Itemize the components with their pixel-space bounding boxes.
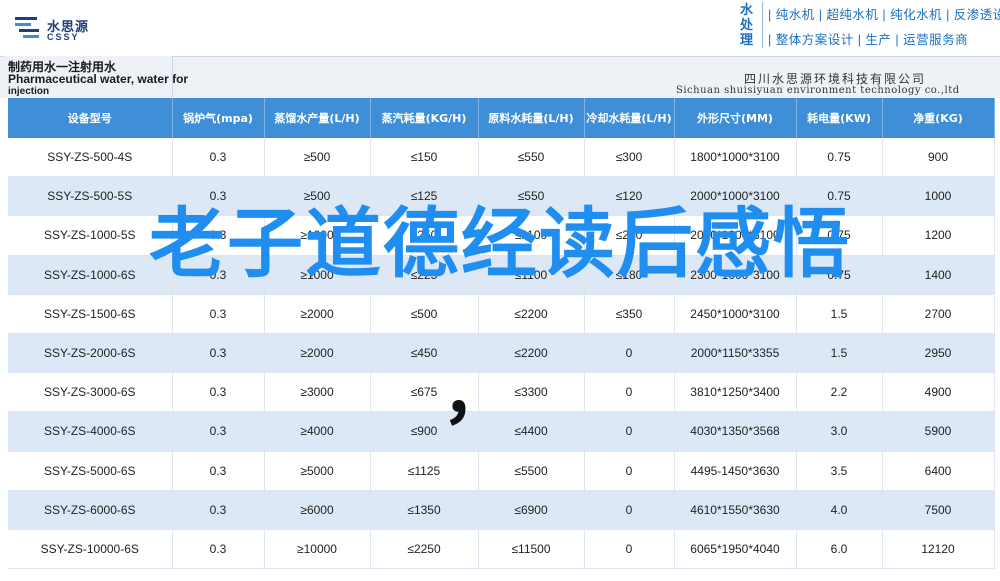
table-cell: 900 (882, 138, 995, 178)
table-cell: 0.3 (172, 529, 265, 570)
column-header: 锅炉气(mpa) (172, 98, 265, 138)
top-header: 水思源 CSSY 水处理 | 纯水机 | 超纯水机 | 纯化水机 | 反渗透设备… (0, 0, 1000, 56)
table-cell: ≥10000 (264, 529, 371, 570)
table-cell: ≤1350 (370, 490, 479, 530)
table-cell: 4900 (882, 372, 995, 413)
overlay-title: 老子道德经读后感悟 (149, 202, 851, 287)
table-cell: ≥6000 (264, 490, 371, 530)
table-cell: 0.75 (796, 138, 883, 178)
table-cell: ≤150 (370, 138, 479, 178)
table-cell: 3.5 (796, 451, 883, 491)
column-header: 耗电量(KW) (796, 98, 883, 138)
table-cell: 4.0 (796, 490, 883, 530)
band-divider (172, 56, 173, 97)
table-cell: 0 (584, 372, 675, 413)
column-header: 原料水耗量(L/H) (478, 98, 585, 138)
model-cell: SSY-ZS-2000-6S (8, 333, 173, 374)
table-cell: 3810*1250*3400 (674, 372, 797, 413)
table-cell: 0 (584, 451, 675, 491)
company-logo[interactable]: 水思源 CSSY (14, 14, 104, 46)
table-cell: 7500 (882, 490, 995, 530)
table-cell: 0.3 (172, 490, 265, 530)
product-title: 制药用水一注射用水 Pharmaceutical water, water fo… (4, 56, 188, 97)
slogan-line-1: | 纯水机 | 超纯水机 | 纯化水机 | 反渗透设备 (768, 8, 1000, 22)
table-cell: 4030*1350*3568 (674, 411, 797, 452)
column-header: 冷却水耗量(L/H) (584, 98, 675, 138)
table-cell: ≥5000 (264, 451, 371, 491)
table-cell: 2950 (882, 333, 995, 374)
product-title-en-cont: injection (8, 86, 50, 97)
table-cell: 2.2 (796, 372, 883, 413)
table-cell: ≤1125 (370, 451, 479, 491)
table-cell: 4495-1450*3630 (674, 451, 797, 491)
table-cell: 0.3 (172, 372, 265, 413)
column-header: 蒸汽耗量(KG/H) (370, 98, 479, 138)
slogan-line-2: | 整体方案设计 | 生产 | 运营服务商 (768, 33, 969, 47)
table-cell: ≤550 (478, 138, 585, 178)
table-cell: 3.0 (796, 411, 883, 452)
column-header: 净重(KG) (882, 98, 995, 138)
company-name-en: Sichuan shuisiyuan environment technolog… (676, 85, 960, 96)
table-cell: 0.3 (172, 451, 265, 491)
table-cell: 2000*1150*3355 (674, 333, 797, 374)
table-cell: ≤2250 (370, 529, 479, 570)
table-cell: 6400 (882, 451, 995, 491)
table-cell: ≥500 (264, 138, 371, 178)
table-row: SSY-ZS-10000-6S 0.3 ≥10000 ≤2250 ≤11500 0 6065… (8, 529, 995, 570)
table-cell: 0.3 (172, 411, 265, 452)
table-cell: ≤300 (584, 138, 675, 178)
table-cell: 6.0 (796, 529, 883, 570)
model-cell: SSY-ZS-6000-6S (8, 490, 173, 530)
table-cell: 1800*1000*3100 (674, 138, 797, 178)
table-cell: 0 (584, 333, 675, 374)
logo-mark-icon (15, 17, 39, 38)
overlay-comma: ， (442, 356, 511, 432)
table-cell: 0 (584, 490, 675, 530)
table-cell: 5900 (882, 411, 995, 452)
table-cell: 0 (584, 411, 675, 452)
table-row: SSY-ZS-5000-6S 0.3 ≥5000 ≤1125 ≤5500 0 4495-14… (8, 451, 995, 491)
table-cell: ≥2000 (264, 333, 371, 374)
model-cell: SSY-ZS-5000-6S (8, 451, 173, 491)
table-cell: 0.3 (172, 138, 265, 178)
table-row: SSY-ZS-500-4S 0.3 ≥500 ≤150 ≤550 ≤300 1800*100… (8, 138, 995, 178)
slogan-tag: 水处理 (740, 2, 754, 47)
table-cell: 6065*1950*4040 (674, 529, 797, 570)
table-cell: 0.3 (172, 333, 265, 374)
model-cell: SSY-ZS-3000-6S (8, 372, 173, 413)
table-header-row: 设备型号 锅炉气(mpa) 蒸馏水产量(L/H) 蒸汽耗量(KG/H) 原料水耗量(L/… (8, 98, 995, 138)
table-cell: 4610*1550*3630 (674, 490, 797, 530)
table-cell: 1.5 (796, 333, 883, 374)
model-cell: SSY-ZS-10000-6S (8, 529, 173, 570)
table-cell: ≤6900 (478, 490, 585, 530)
spec-table: 设备型号 锅炉气(mpa) 蒸馏水产量(L/H) 蒸汽耗量(KG/H) 原料水耗量(L/… (8, 98, 995, 570)
logo-english-name: CSSY (47, 32, 80, 42)
table-cell: 12120 (882, 529, 995, 570)
table-cell: 0 (584, 529, 675, 570)
table-cell: ≤11500 (478, 529, 585, 570)
table-cell: ≥4000 (264, 411, 371, 452)
table-cell: ≤5500 (478, 451, 585, 491)
table-cell: ≥3000 (264, 372, 371, 413)
model-cell: SSY-ZS-500-4S (8, 138, 173, 178)
column-header: 蒸馏水产量(L/H) (264, 98, 371, 138)
column-header: 设备型号 (8, 98, 173, 138)
table-row: SSY-ZS-6000-6S 0.3 ≥6000 ≤1350 ≤6900 0 4610*15… (8, 490, 995, 530)
column-header: 外形尺寸(MM) (674, 98, 797, 138)
model-cell: SSY-ZS-4000-6S (8, 411, 173, 452)
product-title-en: Pharmaceutical water, water for (8, 72, 189, 86)
